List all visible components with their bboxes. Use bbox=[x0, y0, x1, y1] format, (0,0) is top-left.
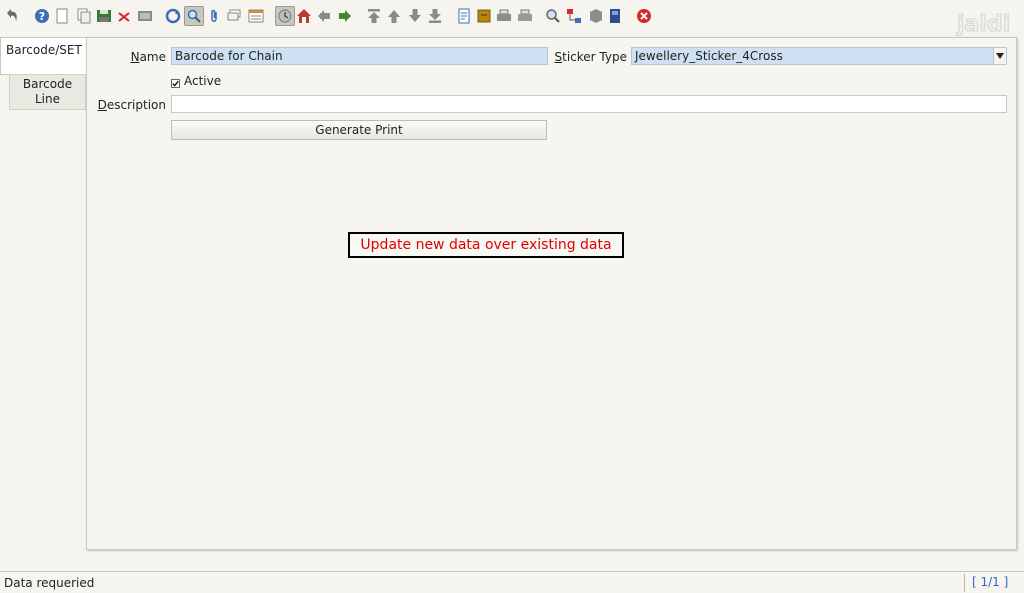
find-icon[interactable] bbox=[184, 6, 204, 26]
home-icon[interactable] bbox=[296, 8, 312, 24]
help-icon[interactable]: ? bbox=[34, 8, 50, 24]
form-panel: Name Barcode for Chain Sticker Type Jewe… bbox=[86, 37, 1017, 550]
refresh-icon[interactable] bbox=[165, 8, 181, 24]
status-bar: Data requeried [ 1/1 ] bbox=[0, 571, 1024, 593]
attachment-icon[interactable] bbox=[206, 8, 222, 24]
report-icon[interactable] bbox=[456, 8, 472, 24]
archive-icon[interactable] bbox=[476, 8, 492, 24]
description-label: Description bbox=[97, 98, 166, 112]
toolbar: ? jaldi bbox=[0, 0, 1024, 38]
grid-toggle-icon[interactable] bbox=[248, 8, 264, 24]
print-alt-icon[interactable] bbox=[517, 8, 533, 24]
svg-text:jaldi: jaldi bbox=[956, 12, 1009, 37]
product-info-icon[interactable] bbox=[588, 8, 604, 24]
chevron-down-icon[interactable] bbox=[993, 48, 1006, 64]
print-icon[interactable] bbox=[496, 8, 512, 24]
active-label: Active bbox=[184, 74, 222, 88]
sticker-type-value: Jewellery_Sticker_4Cross bbox=[635, 49, 783, 63]
next-icon[interactable] bbox=[337, 8, 353, 24]
close-window-icon[interactable] bbox=[636, 8, 652, 24]
workflow-icon[interactable] bbox=[566, 8, 582, 24]
svg-text:?: ? bbox=[39, 10, 45, 23]
name-label: Name bbox=[130, 50, 166, 64]
tab-barcode-line-label-2: Line bbox=[34, 92, 60, 106]
undo-icon[interactable] bbox=[4, 8, 20, 24]
next-record-icon[interactable] bbox=[407, 8, 423, 24]
tab-barcode-line-label-1: Barcode bbox=[22, 77, 73, 91]
chat-icon[interactable] bbox=[226, 8, 242, 24]
history-icon[interactable] bbox=[275, 6, 295, 26]
previous-record-icon[interactable] bbox=[386, 8, 402, 24]
description-field[interactable] bbox=[171, 95, 1007, 113]
active-checkbox[interactable] bbox=[171, 77, 180, 88]
generate-print-button[interactable]: Generate Print bbox=[171, 120, 547, 140]
sticker-type-select[interactable]: Jewellery_Sticker_4Cross bbox=[631, 47, 1007, 65]
tab-barcode-line[interactable]: Barcode Line bbox=[9, 74, 86, 110]
request-icon[interactable] bbox=[607, 8, 623, 24]
save-icon[interactable] bbox=[96, 8, 112, 24]
tab-strip: Barcode/SET Barcode Line bbox=[0, 34, 86, 554]
active-checkbox-row[interactable]: Active bbox=[171, 74, 221, 88]
last-record-icon[interactable] bbox=[427, 8, 443, 24]
copy-record-icon[interactable] bbox=[76, 8, 92, 24]
tab-barcode-set[interactable]: Barcode/SET bbox=[0, 37, 86, 75]
update-notice-popup: Update new data over existing data bbox=[348, 232, 624, 258]
name-field[interactable]: Barcode for Chain bbox=[171, 47, 548, 65]
sticker-type-label: Sticker Type bbox=[554, 50, 627, 64]
previous-icon[interactable] bbox=[316, 8, 332, 24]
print-preview-icon[interactable] bbox=[137, 8, 153, 24]
status-divider bbox=[964, 574, 965, 592]
delete-icon[interactable] bbox=[116, 8, 132, 24]
first-record-icon[interactable] bbox=[366, 8, 382, 24]
record-count[interactable]: [ 1/1 ] bbox=[972, 575, 1008, 589]
new-record-icon[interactable] bbox=[54, 8, 70, 24]
status-message: Data requeried bbox=[4, 576, 95, 590]
zoom-across-icon[interactable] bbox=[545, 8, 561, 24]
